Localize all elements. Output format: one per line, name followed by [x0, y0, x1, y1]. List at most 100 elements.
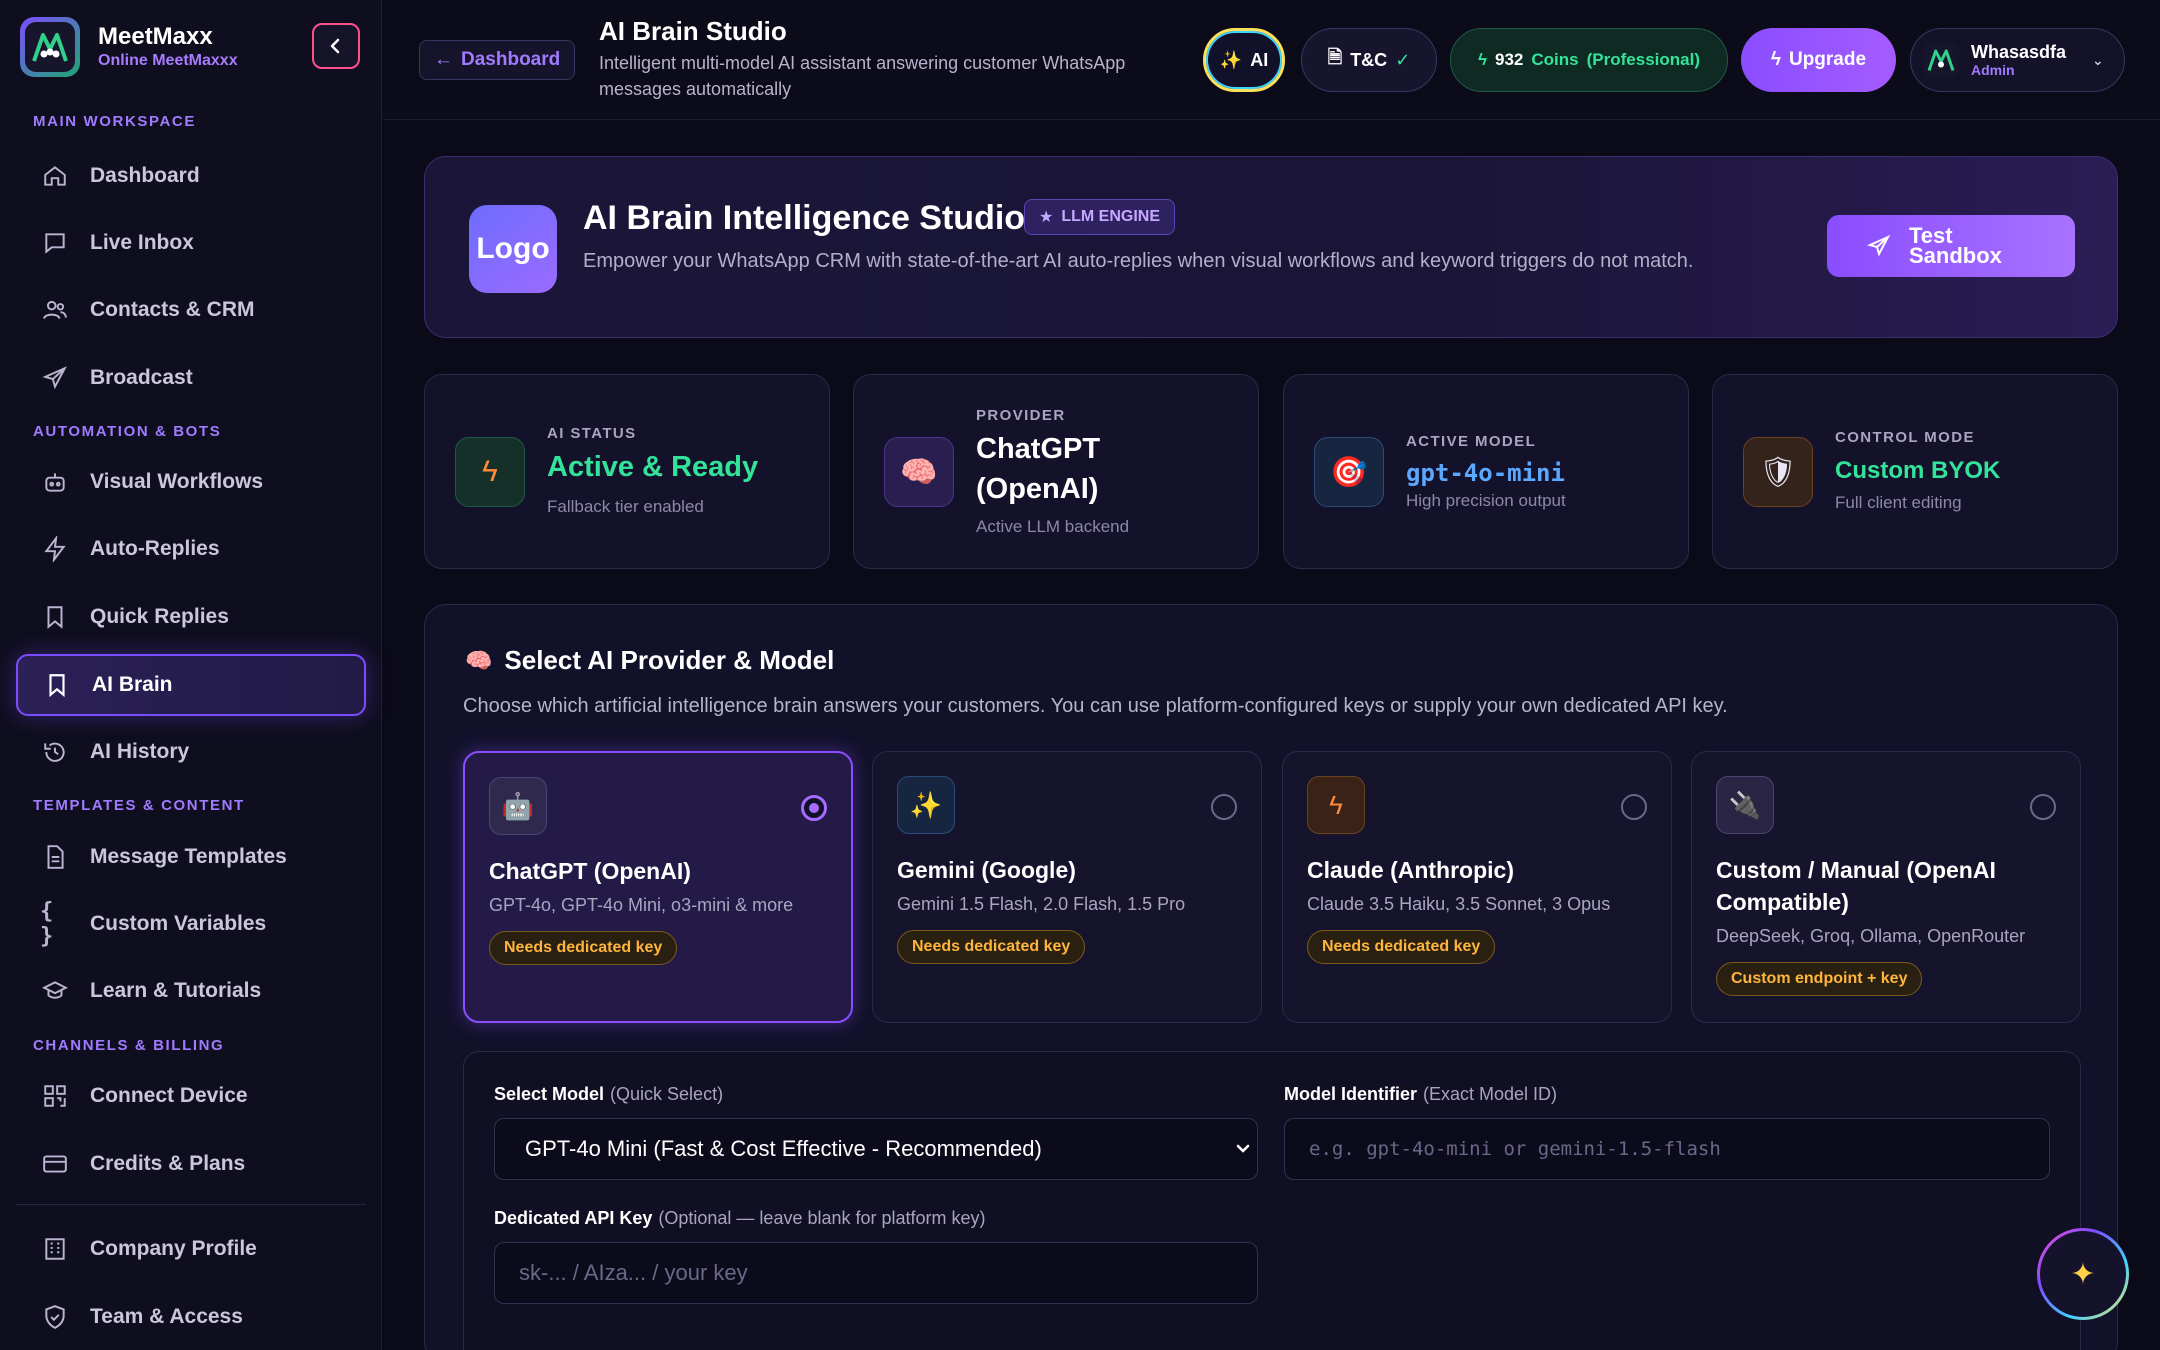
sidebar-item-label: Contacts & CRM [90, 298, 255, 321]
robot-icon: 🤖 [489, 777, 547, 835]
api-key-placeholder: sk-... / AIza... / your key [519, 1260, 748, 1285]
sidebar-item-broadcast[interactable]: Broadcast [16, 347, 366, 409]
building-icon [40, 1234, 70, 1264]
stat-value-line2: (OpenAI) [976, 473, 1099, 505]
section-automation: AUTOMATION & BOTS [33, 423, 222, 440]
provider-radio[interactable] [2030, 794, 2056, 820]
sidebar-item-label: AI History [90, 740, 190, 763]
model-select[interactable]: GPT-4o Mini (Fast & Cost Effective - Rec… [494, 1118, 1258, 1180]
sidebar-item-label: Broadcast [90, 366, 193, 389]
provider-card-gemini[interactable]: ✨ Gemini (Google) Gemini 1.5 Flash, 2.0 … [872, 751, 1262, 1023]
coins-word: Coins [1531, 50, 1579, 69]
topbar: ← Dashboard AI Brain Studio Intelligent … [383, 0, 2160, 120]
sidebar-item-company-profile[interactable]: Company Profile [16, 1218, 366, 1280]
stat-value-line1: ChatGPT [976, 433, 1101, 465]
sidebar-item-message-templates[interactable]: Message Templates [16, 826, 366, 888]
graduation-cap-icon [40, 976, 70, 1006]
sidebar-item-label: Quick Replies [90, 605, 229, 628]
upgrade-button[interactable]: ϟ Upgrade [1741, 28, 1896, 92]
plug-icon: 🔌 [1716, 776, 1774, 834]
sidebar-item-learn[interactable]: Learn & Tutorials [16, 960, 366, 1022]
terms-button[interactable]: 🗎 T&C ✓ [1301, 28, 1437, 92]
provider-radio[interactable] [1211, 794, 1237, 820]
model-id-hint: (Exact Model ID) [1423, 1084, 1558, 1104]
hero-logo: Logo [469, 205, 557, 293]
chevron-left-icon [330, 38, 340, 54]
credit-card-icon [40, 1149, 70, 1179]
sidebar-item-team-access[interactable]: Team & Access [16, 1286, 366, 1348]
provider-card-custom[interactable]: 🔌 Custom / Manual (OpenAI Compatible) De… [1691, 751, 2081, 1023]
sidebar-item-connect-device[interactable]: Connect Device [16, 1065, 366, 1127]
coins-balance-button[interactable]: ϟ 932 Coins (Professional) [1450, 28, 1728, 92]
sidebar-item-label: Credits & Plans [90, 1152, 246, 1175]
check-icon: ✓ [1395, 49, 1411, 70]
brain-icon: 🧠 [465, 647, 493, 673]
back-to-dashboard-button[interactable]: ← Dashboard [419, 40, 576, 80]
collapse-sidebar-button[interactable] [312, 23, 360, 69]
sidebar-item-contacts[interactable]: Contacts & CRM [16, 279, 366, 341]
provider-card-openai[interactable]: 🤖 ChatGPT (OpenAI) GPT-4o, GPT-4o Mini, … [463, 751, 853, 1023]
stat-control-mode: 🛡 CONTROL MODE Custom BYOK Full client e… [1712, 374, 2118, 569]
brain-icon: 🧠 [884, 437, 954, 507]
sidebar-item-label: Visual Workflows [90, 470, 264, 493]
home-icon [40, 161, 70, 191]
sidebar-item-ai-history[interactable]: AI History [16, 721, 366, 783]
users-icon [40, 295, 70, 325]
sidebar: MeetMaxx Online MeetMaxxx MAIN WORKSPACE… [0, 0, 382, 1350]
provider-panel: 🧠 Select AI Provider & Model Choose whic… [424, 604, 2118, 1350]
section-channels: CHANNELS & BILLING [33, 1037, 225, 1054]
chat-icon [40, 228, 70, 258]
provider-card-claude[interactable]: ϟ Claude (Anthropic) Claude 3.5 Haiku, 3… [1282, 751, 1672, 1023]
provider-radio[interactable] [1621, 794, 1647, 820]
brand-name: MeetMaxx [98, 23, 213, 50]
sidebar-item-quick-replies[interactable]: Quick Replies [16, 586, 366, 648]
send-icon [40, 363, 70, 393]
coins-plan: (Professional) [1586, 50, 1700, 69]
api-key-input[interactable]: sk-... / AIza... / your key [494, 1242, 1258, 1304]
bot-icon [40, 467, 70, 497]
stat-sub: Full client editing [1835, 493, 1962, 512]
hero-description: Empower your WhatsApp CRM with state-of-… [583, 250, 1694, 272]
sidebar-item-visual-workflows[interactable]: Visual Workflows [16, 451, 366, 513]
sidebar-item-custom-variables[interactable]: { } Custom Variables [16, 893, 366, 955]
ai-button[interactable]: ✨ AI [1203, 28, 1285, 92]
user-menu-button[interactable]: Whasasdfa Admin ⌄ [1910, 28, 2125, 92]
avatar [1923, 42, 1959, 78]
document-icon: 🗎 [1327, 47, 1343, 67]
sidebar-item-label: Message Templates [90, 845, 287, 868]
history-icon [40, 737, 70, 767]
sidebar-item-label: Connect Device [90, 1084, 248, 1107]
sidebar-item-dashboard[interactable]: Dashboard [16, 145, 366, 207]
sidebar-item-credits[interactable]: Credits & Plans [16, 1133, 366, 1195]
provider-models: Claude 3.5 Haiku, 3.5 Sonnet, 3 Opus [1307, 894, 1611, 914]
sidebar-item-ai-brain[interactable]: AI Brain [16, 654, 366, 716]
stat-value: Custom BYOK [1835, 457, 2001, 484]
sidebar-item-live-inbox[interactable]: Live Inbox [16, 212, 366, 274]
sidebar-divider [16, 1204, 366, 1205]
test-sandbox-button[interactable]: Test Sandbox [1827, 215, 2075, 277]
stat-value: gpt-4o-mini [1406, 459, 1565, 487]
panel-title-text: Select AI Provider & Model [504, 645, 835, 675]
model-select-value: GPT-4o Mini (Fast & Cost Effective - Rec… [525, 1136, 1042, 1161]
brand[interactable]: MeetMaxx Online MeetMaxxx [20, 17, 238, 77]
chevron-down-icon [1233, 1139, 1253, 1165]
bolt-icon: ϟ [1307, 776, 1365, 834]
sidebar-item-auto-replies[interactable]: Auto-Replies [16, 518, 366, 580]
provider-tag: Needs dedicated key [489, 931, 678, 965]
stat-label: ACTIVE MODEL [1406, 433, 1537, 450]
shield-icon [40, 1302, 70, 1332]
upgrade-label: Upgrade [1788, 49, 1867, 70]
section-main-workspace: MAIN WORKSPACE [33, 113, 196, 130]
page-subtitle: Intelligent multi-model AI assistant ans… [599, 53, 1126, 99]
brand-logo [20, 17, 80, 77]
model-id-input[interactable]: e.g. gpt-4o-mini or gemini-1.5-flash [1284, 1118, 2050, 1180]
provider-models: Gemini 1.5 Flash, 2.0 Flash, 1.5 Pro [897, 894, 1186, 914]
sidebar-item-label: Live Inbox [90, 231, 194, 254]
sidebar-item-label: Learn & Tutorials [90, 979, 262, 1002]
provider-tag: Custom endpoint + key [1716, 962, 1923, 996]
ai-assistant-fab[interactable]: ✦ [2037, 1228, 2129, 1320]
provider-radio[interactable] [801, 795, 827, 821]
panel-title: 🧠 Select AI Provider & Model [465, 645, 834, 676]
stat-label: AI STATUS [547, 425, 637, 442]
bookmark-icon [40, 602, 70, 632]
